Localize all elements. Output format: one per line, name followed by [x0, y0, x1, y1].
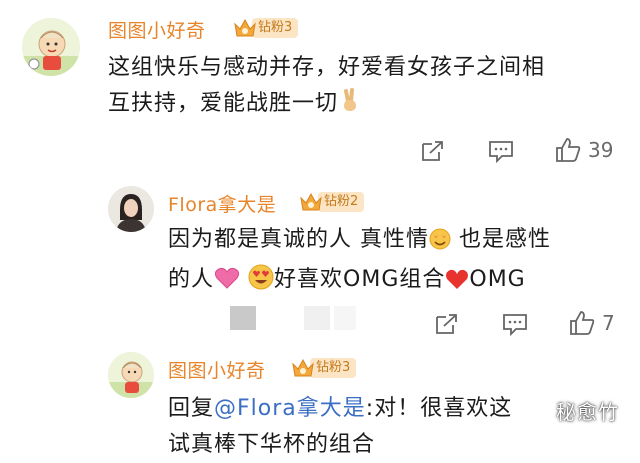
image-thumbnail[interactable]: [230, 306, 256, 330]
comment-text: 这组快乐与感动并存，好爱看女孩子之间相 互扶持，爱能战胜一切: [108, 50, 588, 126]
reply-prefix: 回复: [168, 396, 215, 421]
share-icon: [422, 141, 443, 161]
cartoon-boy-avatar-icon: [22, 18, 80, 76]
victory-hand-icon: [338, 88, 362, 126]
comment-text-line: 互扶持，爱能战胜一切: [108, 86, 588, 126]
like-count: 7: [602, 311, 615, 335]
comment-username[interactable]: 图图小好奇: [168, 356, 266, 383]
crown-icon: [232, 16, 258, 40]
comment-text-segment: 的人: [168, 267, 215, 292]
comment-text-segment: 因为都是真诚的人 真性情: [168, 227, 429, 252]
comment-text-line: 试真棒下华杯的组合: [168, 432, 376, 457]
user-photo-icon: [108, 186, 154, 232]
share-button[interactable]: [434, 310, 460, 338]
image-thumbnail[interactable]: [304, 306, 330, 330]
thumbs-up-icon: [556, 138, 581, 162]
comment-text-segment: :对！很喜欢这: [365, 396, 513, 421]
image-thumbnail-strip[interactable]: [230, 306, 360, 332]
comment-text: 因为都是真诚的人 真性情 也是感性 的人 好喜欢OMG组合 OMG: [168, 222, 608, 302]
image-thumbnail[interactable]: [334, 306, 356, 330]
share-button[interactable]: [420, 137, 446, 165]
badge-label: 钻粉3: [310, 358, 357, 378]
comment-text-segment: OMG: [469, 267, 526, 292]
comment-text-line: 的人 好喜欢OMG组合 OMG: [168, 262, 608, 302]
comment-username[interactable]: 图图小好奇: [108, 16, 206, 43]
comment-text-line: 互扶持，爱能战胜一切: [108, 91, 339, 116]
smiling-face-with-hearts-icon: [429, 226, 451, 262]
badge-label: 钻粉3: [252, 18, 299, 38]
like-button[interactable]: 39: [554, 136, 613, 164]
like-count: 39: [588, 138, 614, 162]
mention-link[interactable]: @Flora拿大是: [214, 396, 366, 421]
thumbs-up-icon: [570, 311, 595, 335]
avatar[interactable]: [22, 18, 80, 76]
fan-badge[interactable]: 钻粉3: [232, 16, 299, 40]
reply-button[interactable]: [487, 137, 515, 165]
avatar[interactable]: [108, 352, 154, 398]
comment-text-segment: 好喜欢OMG组合: [274, 267, 446, 292]
fan-badge[interactable]: 钻粉3: [290, 356, 357, 380]
red-heart-icon: [445, 266, 469, 302]
comment-username[interactable]: Flora拿大是: [168, 190, 276, 217]
heart-eyes-face-icon: [248, 264, 274, 302]
pink-heart-icon: [214, 266, 240, 302]
crown-icon: [298, 190, 324, 214]
comment-icon: [503, 314, 527, 336]
like-button[interactable]: 7: [568, 309, 615, 337]
badge-label: 钻粉2: [318, 192, 365, 212]
comment-text-segment: 也是感性: [451, 227, 551, 252]
fan-badge[interactable]: 钻粉2: [298, 190, 365, 214]
cartoon-boy-avatar-icon: [108, 352, 154, 398]
comment-text-line: 因为都是真诚的人 真性情 也是感性: [168, 222, 608, 262]
share-icon: [436, 314, 457, 334]
avatar[interactable]: [108, 186, 154, 232]
watermark: 秘愈竹: [556, 400, 619, 424]
comment-text-line: 这组快乐与感动并存，好爱看女孩子之间相: [108, 55, 546, 80]
crown-icon: [290, 356, 316, 380]
comment-icon: [489, 141, 513, 163]
reply-button[interactable]: [501, 310, 529, 338]
